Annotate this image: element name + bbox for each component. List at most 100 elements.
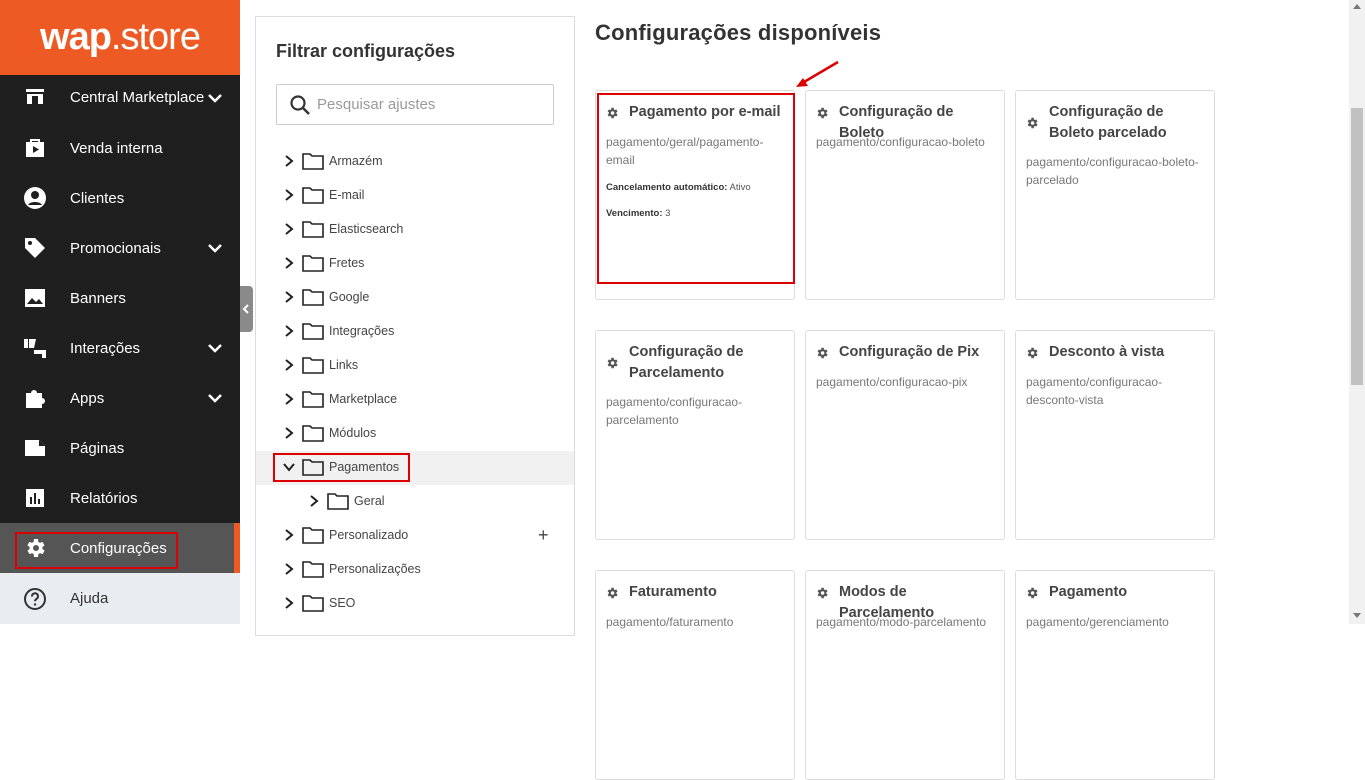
tree-item-personalizado[interactable]: Personalizado +: [256, 519, 574, 553]
chevron-down-icon: [208, 344, 222, 353]
sidebar-item-promocionais[interactable]: Promocionais: [0, 223, 240, 273]
tree-item-links[interactable]: Links: [256, 349, 574, 383]
card-path: pagamento/configuracao-boleto-parcelado: [1026, 155, 1199, 187]
tree-item-label: Marketplace: [329, 392, 398, 406]
annotation-highlight-box: [15, 532, 178, 569]
tree-item-elasticsearch[interactable]: Elasticsearch: [256, 213, 574, 247]
page-title: Configurações disponíveis: [595, 20, 882, 45]
sidebar-collapse-button[interactable]: [240, 286, 253, 332]
card-title: Faturamento: [629, 584, 717, 600]
chevron-right-icon[interactable]: [282, 222, 296, 236]
search-box[interactable]: [276, 84, 554, 125]
scroll-up-arrow-icon[interactable]: [1353, 4, 1361, 9]
help-circle-icon: [24, 587, 46, 610]
tree-item-email[interactable]: E-mail: [256, 179, 574, 213]
folder-icon: [302, 357, 324, 374]
chevron-right-icon[interactable]: [282, 426, 296, 440]
annotation-highlight-box: [273, 453, 410, 482]
tree-item-marketplace[interactable]: Marketplace: [256, 383, 574, 417]
storefront-icon: [26, 89, 44, 104]
tree-item-label: Google: [329, 290, 370, 304]
chevron-right-icon[interactable]: [282, 290, 296, 304]
card-path: pagamento/faturamento: [606, 615, 734, 629]
folder-icon: [302, 289, 324, 306]
scrollbar-thumb[interactable]: [1351, 108, 1363, 385]
chevron-right-icon[interactable]: [282, 528, 296, 542]
tree-item-label: Módulos: [329, 426, 377, 440]
chevron-right-icon[interactable]: [282, 562, 296, 576]
logo-light-text: .store: [110, 16, 201, 58]
logo[interactable]: wap.store: [0, 0, 240, 75]
tree-item-armazem[interactable]: Armazém: [256, 145, 574, 179]
user-circle-icon: [24, 187, 46, 209]
config-tree: Armazém E-mail Elasticsearch Fretes Goog…: [256, 145, 574, 621]
gear-icon: [817, 587, 828, 599]
sidebar-item-apps[interactable]: Apps: [0, 373, 240, 423]
config-card-pix[interactable]: Configuração de Pix pagamento/configurac…: [805, 330, 1005, 540]
card-path: pagamento/configuracao-desconto-vista: [1026, 375, 1163, 407]
config-card-boleto[interactable]: Configuração de Boleto pagamento/configu…: [805, 90, 1005, 300]
sidebar-item-banners[interactable]: Banners: [0, 273, 240, 323]
sidebar-item-central-marketplace[interactable]: Central Marketplace: [0, 75, 240, 123]
tree-item-seo[interactable]: SEO: [256, 587, 574, 621]
config-card-faturamento[interactable]: Faturamento pagamento/faturamento: [595, 570, 795, 780]
chevron-right-icon[interactable]: [282, 358, 296, 372]
folder-icon: [302, 221, 324, 238]
folder-icon: [302, 187, 324, 204]
add-button[interactable]: +: [538, 525, 549, 546]
tree-item-modulos[interactable]: Módulos: [256, 417, 574, 451]
config-card-modos-parcelamento[interactable]: Modos de Parcelamento pagamento/modo-par…: [805, 570, 1005, 780]
card-title: Configuração de Boleto parcelado: [1049, 104, 1167, 141]
folder-icon: [302, 323, 324, 340]
chevron-down-icon: [208, 394, 222, 403]
config-card-boleto-parcelado[interactable]: Configuração de Boleto parcelado pagamen…: [1015, 90, 1215, 300]
card-title: Pagamento: [1049, 584, 1128, 600]
thumbs-icon: [24, 339, 46, 358]
sidebar-item-venda-interna[interactable]: Venda interna: [0, 123, 240, 173]
sidebar-item-interacoes[interactable]: Interações: [0, 323, 240, 373]
tree-item-pagamentos[interactable]: Pagamentos: [256, 451, 574, 485]
folder-icon: [302, 425, 324, 442]
sidebar-item-label: Clientes: [70, 189, 125, 207]
tree-item-label: SEO: [329, 596, 356, 610]
tree-item-label: Integrações: [329, 324, 395, 338]
folder-icon: [302, 527, 324, 544]
annotation-arrow: [796, 60, 839, 87]
gear-icon: [607, 357, 618, 369]
chevron-right-icon[interactable]: [282, 324, 296, 338]
sidebar-item-clientes[interactable]: Clientes: [0, 173, 240, 223]
search-input[interactable]: [317, 85, 547, 124]
chevron-right-icon[interactable]: [282, 392, 296, 406]
tree-item-integracoes[interactable]: Integrações: [256, 315, 574, 349]
sidebar-item-paginas[interactable]: Páginas: [0, 423, 240, 473]
sidebar-item-ajuda[interactable]: Ajuda: [0, 573, 240, 624]
sidebar-item-label: Interações: [70, 339, 141, 357]
chevron-right-icon[interactable]: [282, 256, 296, 270]
tree-item-geral[interactable]: Geral: [256, 485, 574, 519]
annotation-highlight-box: [597, 93, 795, 284]
folder-icon: [302, 595, 324, 612]
filter-title: Filtrar configurações: [276, 41, 456, 61]
gear-icon: [607, 587, 618, 599]
tree-item-personalizacoes[interactable]: Personalizações: [256, 553, 574, 587]
filter-panel: Filtrar configurações Armazém E-mail Ela…: [255, 16, 575, 636]
chevron-right-icon[interactable]: [282, 154, 296, 168]
config-card-parcelamento[interactable]: Configuração de Parcelamento pagamento/c…: [595, 330, 795, 540]
chevron-right-icon[interactable]: [307, 494, 321, 508]
chevron-right-icon[interactable]: [282, 188, 296, 202]
tree-item-google[interactable]: Google: [256, 281, 574, 315]
card-path: pagamento/configuracao-parcelamento: [606, 395, 743, 427]
chevron-right-icon[interactable]: [282, 596, 296, 610]
card-path: pagamento/configuracao-boleto: [816, 135, 985, 149]
card-title: Configuração de Pix: [839, 344, 980, 360]
config-card-pagamento[interactable]: Pagamento pagamento/gerenciamento: [1015, 570, 1215, 780]
sidebar-item-relatorios[interactable]: Relatórios: [0, 473, 240, 523]
card-title: Configuração de Parcelamento: [629, 344, 744, 381]
gear-icon: [1027, 587, 1038, 599]
sidebar: wap.store Central Marketplace Venda inte…: [0, 0, 240, 624]
scroll-down-arrow-icon[interactable]: [1353, 613, 1361, 618]
card-title: Desconto à vista: [1049, 344, 1165, 360]
tree-item-fretes[interactable]: Fretes: [256, 247, 574, 281]
config-card-desconto-vista[interactable]: Desconto à vista pagamento/configuracao-…: [1015, 330, 1215, 540]
tree-item-label: Geral: [354, 494, 385, 508]
